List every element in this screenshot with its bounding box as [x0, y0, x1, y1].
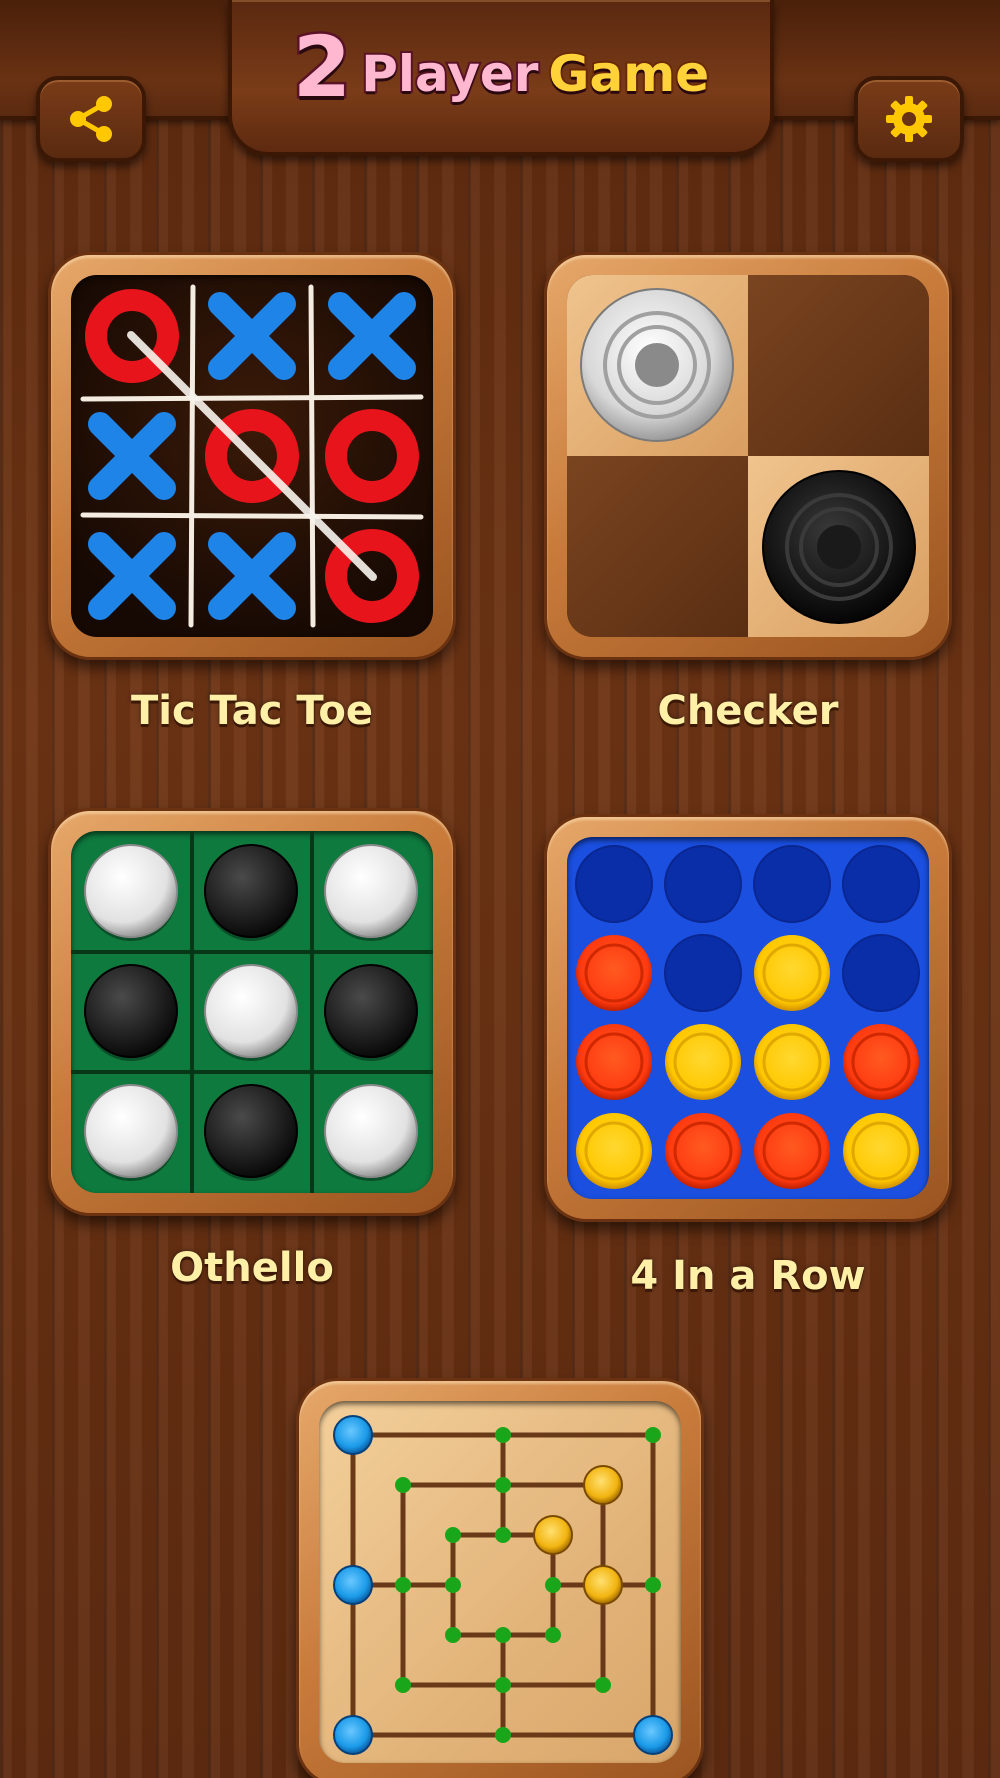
- checker-label[interactable]: Checker: [544, 688, 952, 734]
- board-point: [495, 1477, 511, 1493]
- empty-slot: [664, 934, 742, 1012]
- blue-mill-piece: [633, 1715, 673, 1755]
- settings-button[interactable]: [854, 76, 964, 162]
- four-in-a-row-graphic: [575, 845, 920, 1189]
- gear-icon: [886, 96, 932, 142]
- board-point: [445, 1527, 461, 1543]
- board-point: [645, 1577, 661, 1593]
- board-point: [445, 1627, 461, 1643]
- white-checker-piece: [580, 288, 734, 442]
- title-player: Player: [359, 43, 540, 105]
- blue-mill-piece: [333, 1415, 373, 1455]
- white-othello-disc: [84, 844, 178, 938]
- othello-tile[interactable]: [48, 808, 456, 1216]
- board-point: [595, 1677, 611, 1693]
- four-in-a-row-tile[interactable]: [544, 814, 952, 1222]
- share-icon: [70, 96, 112, 142]
- four-in-a-row-board: [567, 837, 929, 1199]
- black-checker-piece: [762, 470, 916, 624]
- board-point: [395, 1477, 411, 1493]
- empty-slot: [842, 845, 920, 923]
- x-mark: [208, 292, 296, 380]
- board-point: [495, 1427, 511, 1443]
- tic-tac-toe-label[interactable]: Tic Tac Toe: [48, 688, 456, 734]
- title-number: 2: [290, 16, 353, 119]
- app-title: 2 Player Game: [228, 12, 774, 122]
- checker-board-graphic: [567, 275, 929, 637]
- board-point: [495, 1677, 511, 1693]
- checker-board: [567, 275, 929, 637]
- board-point: [445, 1577, 461, 1593]
- board-point: [395, 1677, 411, 1693]
- board-point: [495, 1527, 511, 1543]
- yellow-mill-piece: [583, 1565, 623, 1605]
- othello-board-graphic: [71, 831, 433, 1193]
- tic-tac-toe-grid: [80, 284, 424, 628]
- yellow-mill-piece: [533, 1515, 573, 1555]
- black-othello-disc: [324, 964, 418, 1058]
- blue-mill-piece: [333, 1565, 373, 1605]
- white-othello-disc: [84, 1084, 178, 1178]
- x-mark: [88, 412, 176, 500]
- othello-label[interactable]: Othello: [48, 1245, 456, 1291]
- title-game: Game: [546, 43, 711, 105]
- blue-mill-piece: [333, 1715, 373, 1755]
- black-othello-disc: [204, 1084, 298, 1178]
- tic-tac-toe-board: [71, 275, 433, 637]
- yellow-mill-piece: [583, 1465, 623, 1505]
- board-point: [495, 1727, 511, 1743]
- nine-mens-morris-board: [319, 1401, 681, 1763]
- black-othello-disc: [84, 964, 178, 1058]
- black-othello-disc: [204, 844, 298, 938]
- tic-tac-toe-tile[interactable]: [48, 252, 456, 660]
- share-button[interactable]: [36, 76, 146, 162]
- empty-slot: [575, 845, 653, 923]
- white-othello-disc: [324, 1084, 418, 1178]
- board-point: [545, 1577, 561, 1593]
- four-in-a-row-label[interactable]: 4 In a Row: [544, 1253, 952, 1299]
- nine-mens-morris-tile[interactable]: [296, 1378, 704, 1778]
- board-point: [645, 1427, 661, 1443]
- x-mark: [88, 532, 176, 620]
- board-point: [545, 1627, 561, 1643]
- empty-slot: [753, 845, 831, 923]
- x-mark: [328, 292, 416, 380]
- white-othello-disc: [324, 844, 418, 938]
- checker-tile[interactable]: [544, 252, 952, 660]
- board-point: [495, 1627, 511, 1643]
- white-othello-disc: [204, 964, 298, 1058]
- board-point: [395, 1577, 411, 1593]
- nine-mens-morris-graphic: [333, 1415, 673, 1755]
- empty-slot: [664, 845, 742, 923]
- empty-slot: [842, 934, 920, 1012]
- x-mark: [208, 532, 296, 620]
- othello-board: [71, 831, 433, 1193]
- o-mark: [325, 409, 419, 503]
